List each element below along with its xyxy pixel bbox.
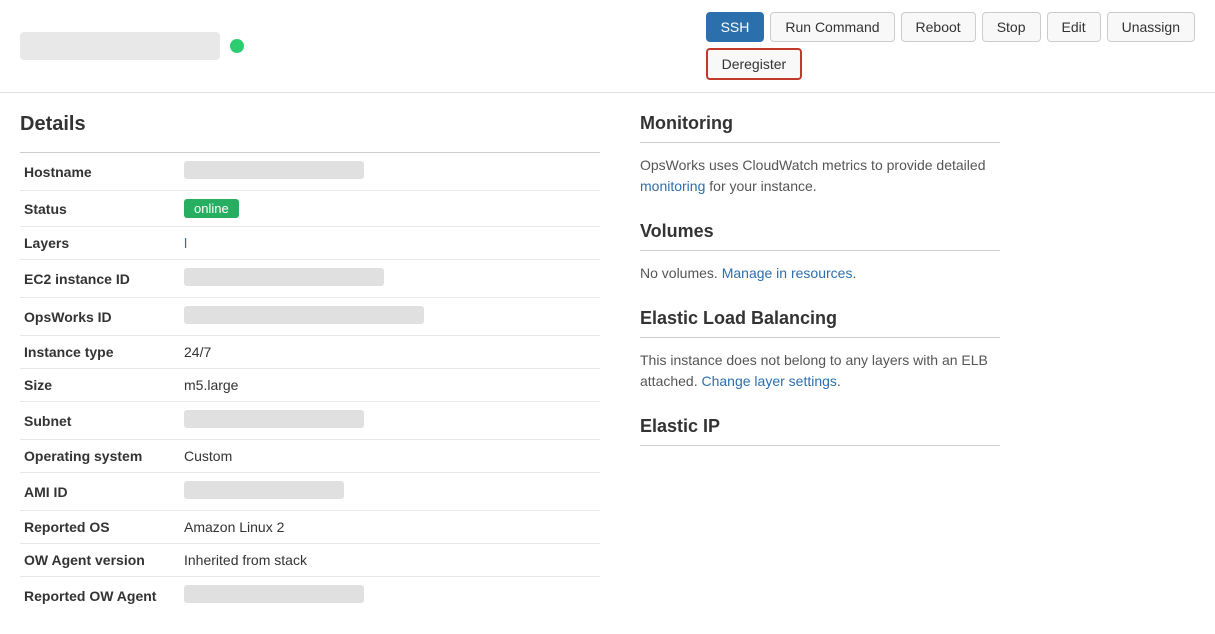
field-value-os: Custom [180, 440, 600, 473]
monitoring-link[interactable]: monitoring [640, 178, 705, 194]
field-label-ow-agent-version: OW Agent version [20, 544, 180, 577]
field-label-ec2id: EC2 instance ID [20, 260, 180, 298]
change-layer-settings-link[interactable]: Change layer settings [702, 373, 837, 389]
field-label-layers: Layers [20, 227, 180, 260]
monitoring-block: Monitoring OpsWorks uses CloudWatch metr… [640, 113, 1000, 197]
field-label-reported-os: Reported OS [20, 511, 180, 544]
volumes-text-before: No volumes. [640, 265, 722, 281]
edit-button[interactable]: Edit [1047, 12, 1101, 42]
field-label-size: Size [20, 369, 180, 402]
subnet-placeholder [184, 410, 364, 428]
deregister-button[interactable]: Deregister [706, 48, 803, 80]
main-content: Details Hostname Status online [0, 93, 1215, 634]
table-row: OpsWorks ID [20, 298, 600, 336]
status-badge: online [184, 199, 239, 218]
field-value-reported-os: Amazon Linux 2 [180, 511, 600, 544]
field-value-ami [180, 473, 600, 511]
monitoring-title: Monitoring [640, 113, 1000, 143]
reported-ow-agent-placeholder [184, 585, 364, 603]
table-row: AMI ID [20, 473, 600, 511]
elastic-ip-title: Elastic IP [640, 416, 1000, 446]
volumes-description: No volumes. Manage in resources. [640, 263, 1000, 284]
elastic-ip-block: Elastic IP [640, 416, 1000, 446]
field-value-opsworks-id [180, 298, 600, 336]
monitoring-text-before: OpsWorks uses CloudWatch metrics to prov… [640, 157, 985, 173]
monitoring-description: OpsWorks uses CloudWatch metrics to prov… [640, 155, 1000, 197]
elb-block: Elastic Load Balancing This instance doe… [640, 308, 1000, 392]
volumes-title: Volumes [640, 221, 1000, 251]
ami-placeholder [184, 481, 344, 499]
field-label-ami: AMI ID [20, 473, 180, 511]
details-section: Details Hostname Status online [20, 113, 600, 614]
ssh-button[interactable]: SSH [706, 12, 765, 42]
table-row: Instance type 24/7 [20, 336, 600, 369]
table-row: Reported OW Agent [20, 577, 600, 615]
details-table: Hostname Status online Layers l [20, 152, 600, 614]
monitoring-text-after: for your instance. [705, 178, 816, 194]
ec2id-placeholder [184, 268, 384, 286]
field-value-hostname [180, 153, 600, 191]
reboot-button[interactable]: Reboot [901, 12, 976, 42]
elb-text-after: . [837, 373, 841, 389]
header-buttons-row-1: SSH Run Command Reboot Stop Edit Unassig… [706, 12, 1195, 42]
field-label-hostname: Hostname [20, 153, 180, 191]
field-value-status: online [180, 191, 600, 227]
run-command-button[interactable]: Run Command [770, 12, 894, 42]
volumes-block: Volumes No volumes. Manage in resources. [640, 221, 1000, 284]
table-row: EC2 instance ID [20, 260, 600, 298]
field-label-instance-type: Instance type [20, 336, 180, 369]
table-row: Status online [20, 191, 600, 227]
field-label-opsworks-id: OpsWorks ID [20, 298, 180, 336]
field-label-status: Status [20, 191, 180, 227]
layers-link[interactable]: l [184, 235, 187, 251]
table-row: Operating system Custom [20, 440, 600, 473]
header-buttons-row-2: Deregister [706, 48, 803, 80]
manage-resources-link[interactable]: Manage in resources [722, 265, 853, 281]
table-row: Hostname [20, 153, 600, 191]
field-value-reported-ow-agent [180, 577, 600, 615]
field-label-reported-ow-agent: Reported OW Agent [20, 577, 180, 615]
opsworks-id-placeholder [184, 306, 424, 324]
table-row: Reported OS Amazon Linux 2 [20, 511, 600, 544]
header-buttons-group: SSH Run Command Reboot Stop Edit Unassig… [706, 12, 1195, 80]
table-row: Subnet [20, 402, 600, 440]
table-row: Layers l [20, 227, 600, 260]
hostname-placeholder [184, 161, 364, 179]
right-section: Monitoring OpsWorks uses CloudWatch metr… [640, 113, 1000, 614]
table-row: OW Agent version Inherited from stack [20, 544, 600, 577]
page-header: SSH Run Command Reboot Stop Edit Unassig… [0, 0, 1215, 93]
details-title: Details [20, 113, 600, 136]
online-status-dot [230, 39, 244, 53]
field-value-instance-type: 24/7 [180, 336, 600, 369]
elb-title: Elastic Load Balancing [640, 308, 1000, 338]
table-row: Size m5.large [20, 369, 600, 402]
field-value-layers: l [180, 227, 600, 260]
field-label-os: Operating system [20, 440, 180, 473]
instance-name-area [20, 32, 694, 60]
field-label-subnet: Subnet [20, 402, 180, 440]
field-value-size: m5.large [180, 369, 600, 402]
field-value-ec2id [180, 260, 600, 298]
volumes-text-after: . [852, 265, 856, 281]
field-value-subnet [180, 402, 600, 440]
stop-button[interactable]: Stop [982, 12, 1041, 42]
field-value-ow-agent-version: Inherited from stack [180, 544, 600, 577]
instance-name-placeholder [20, 32, 220, 60]
elb-description: This instance does not belong to any lay… [640, 350, 1000, 392]
unassign-button[interactable]: Unassign [1107, 12, 1195, 42]
